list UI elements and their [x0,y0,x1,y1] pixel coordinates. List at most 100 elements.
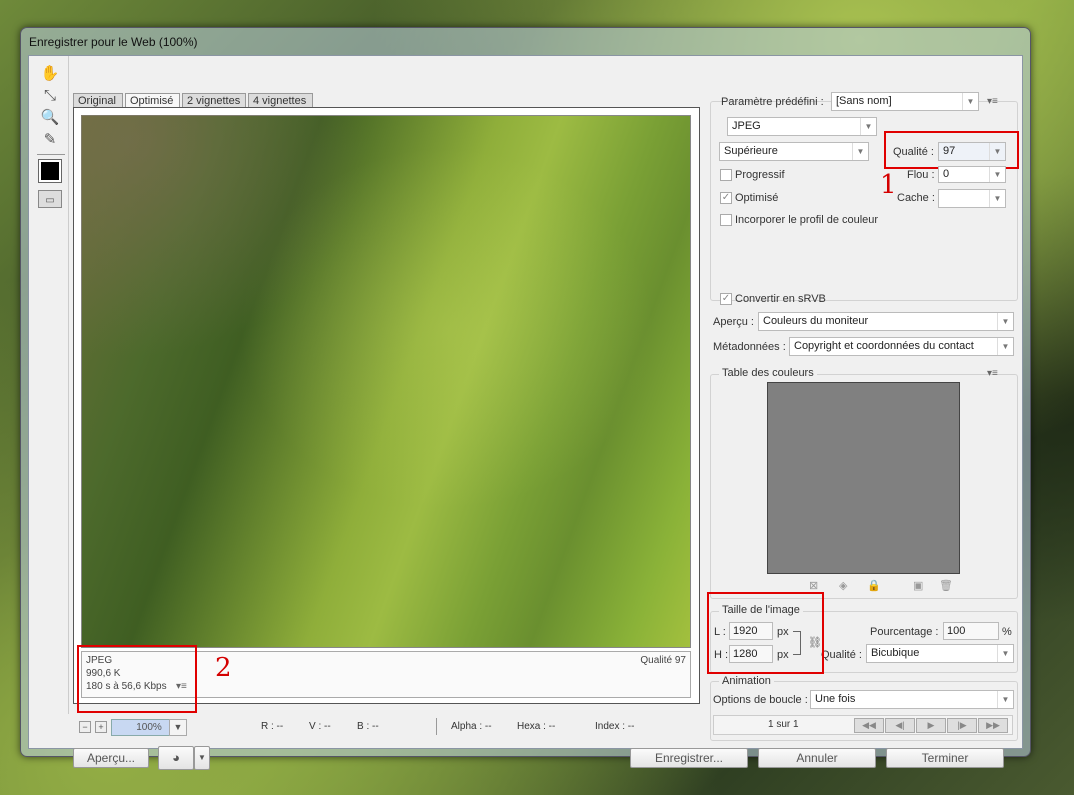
preset-label: Paramètre prédéfini : [721,96,824,108]
status-v: V : -- [309,721,331,732]
save-for-web-dialog: Enregistrer pour le Web (100%) ✋ ⤡ 🔍 ✎ ▭… [20,27,1031,770]
preset-dropdown[interactable]: [Sans nom] ▼ [831,92,979,111]
percent-field[interactable]: 100 [943,622,999,640]
progressive-label: Progressif [735,169,785,181]
info-quality: Qualité 97 [640,655,686,666]
resample-quality-dropdown[interactable]: Bicubique ▼ [866,644,1014,663]
toggle-slices-icon[interactable]: ▭ [38,190,62,208]
color-table-swatches [767,382,960,574]
metadata-dropdown[interactable]: Copyright et coordonnées du contact ▼ [789,337,1014,356]
web-shift-icon[interactable]: ◈ [839,579,847,592]
tab-4-up[interactable]: 4 vignettes [248,93,313,108]
chevron-down-icon: ▼ [997,645,1013,662]
optimize-menu-icon[interactable]: ▾≡ [987,96,998,107]
annotation-box-1 [884,131,1019,169]
chevron-down-icon: ▼ [860,118,876,135]
previous-frame-icon[interactable]: ◀| [885,718,915,733]
metadata-value: Copyright et coordonnées du contact [794,340,974,352]
convert-srgb-label: Convertir en sRVB [735,293,826,305]
trash-icon[interactable]: 🗑 [939,579,953,592]
frame-counter: 1 sur 1 [768,719,799,730]
tools-panel: ✋ ⤡ 🔍 ✎ ▭ [31,56,69,714]
resample-quality-label: Qualité : [821,649,862,661]
resample-quality-value: Bicubique [871,647,920,659]
optimized-label: Optimisé [735,192,779,204]
eyedropper-color-swatch[interactable] [38,159,62,183]
window-title: Enregistrer pour le Web (100%) [29,35,198,49]
play-icon[interactable]: ▶ [916,718,946,733]
embed-icc-checkbox[interactable] [720,214,732,226]
chevron-down-icon: ▼ [997,691,1013,708]
tab-original[interactable]: Original [73,93,123,108]
chevron-down-icon: ▼ [962,93,978,110]
chevron-down-icon: ▼ [989,167,1005,182]
done-button[interactable]: Terminer [886,748,1004,768]
preview-button[interactable]: Aperçu... [73,748,149,768]
first-frame-icon[interactable]: ◀◀ [854,718,884,733]
browser-preview-icon[interactable]: ◕ [158,746,194,770]
toolbar-divider [37,154,65,155]
matte-dropdown[interactable]: ▼ [938,189,1006,208]
map-color-icon[interactable]: ⊠ [809,579,818,592]
status-index: Index : -- [595,721,635,732]
last-frame-icon[interactable]: ▶▶ [978,718,1008,733]
zoom-in-button[interactable]: + [95,721,107,733]
percent-label: Pourcentage : [870,626,939,638]
tab-optimized[interactable]: Optimisé [125,93,180,108]
annotation-label-2: 2 [215,653,232,683]
loop-options-label: Options de boucle : [713,694,808,706]
zoom-dropdown-icon[interactable]: ▼ [169,719,187,736]
color-table-title: Table des couleurs [719,367,817,379]
annotation-box-image-size [707,592,824,674]
image-preview-frame: JPEG 990,6 K 180 s à 56,6 Kbps ▾≡ Qualit… [73,107,700,704]
chevron-down-icon: ▼ [997,313,1013,330]
cancel-button[interactable]: Annuler [758,748,876,768]
dialog-client-area: ✋ ⤡ 🔍 ✎ ▭ Original Optimisé 2 vignettes … [28,55,1023,770]
matte-label: Cache : [897,192,935,204]
hand-tool-icon[interactable]: ✋ [39,64,61,84]
status-alpha: Alpha : -- [451,721,492,732]
metadata-label: Métadonnées : [713,341,786,353]
next-frame-icon[interactable]: |▶ [947,718,977,733]
file-format-dropdown[interactable]: JPEG ▼ [727,117,877,136]
blur-value: 0 [943,168,950,180]
preview-mode-value: Couleurs du moniteur [763,315,869,327]
lock-color-icon[interactable]: 🔒 [867,579,881,592]
new-color-icon[interactable]: ▣ [913,579,923,592]
preset-value: [Sans nom] [836,95,892,107]
color-table-menu-icon[interactable]: ▾≡ [987,368,998,379]
zoom-out-button[interactable]: − [79,721,91,733]
quality-preset-dropdown[interactable]: Supérieure ▼ [719,142,869,161]
chevron-down-icon: ▼ [989,190,1005,207]
eyedropper-tool-icon[interactable]: ✎ [39,130,61,150]
status-bar: − + 100% ▼ R : -- V : -- B : -- Alpha : … [73,718,700,736]
blur-field[interactable]: 0 ▼ [938,166,1006,183]
percent-unit: % [1002,626,1012,638]
embed-icc-label: Incorporer le profil de couleur [735,214,879,226]
status-divider [436,718,437,735]
status-b: B : -- [357,721,379,732]
status-hexa: Hexa : -- [517,721,556,732]
save-button[interactable]: Enregistrer... [630,748,748,768]
browser-dropdown-icon[interactable]: ▼ [194,746,210,770]
optimized-checkbox[interactable]: ✓ [720,192,732,204]
convert-srgb-checkbox[interactable]: ✓ [720,293,732,305]
preview-mode-label: Aperçu : [713,316,754,328]
annotation-label-1: 1 [880,170,897,200]
loop-options-value: Une fois [815,693,856,705]
status-r: R : -- [261,721,284,732]
file-format-value: JPEG [732,120,761,132]
tab-2-up[interactable]: 2 vignettes [182,93,246,108]
preview-mode-dropdown[interactable]: Couleurs du moniteur ▼ [758,312,1014,331]
annotation-box-2 [77,645,197,713]
preview-image-shading [81,115,691,648]
animation-title: Animation [719,675,774,687]
quality-preset-value: Supérieure [724,145,778,157]
playback-buttons: ◀◀ ◀| ▶ |▶ ▶▶ [854,718,1010,733]
progressive-checkbox[interactable] [720,169,732,181]
loop-options-dropdown[interactable]: Une fois ▼ [810,690,1014,709]
zoom-tool-icon[interactable]: 🔍 [39,108,61,128]
chevron-down-icon: ▼ [852,143,868,160]
slice-select-tool-icon[interactable]: ⤡ [39,86,61,106]
frame-controls-bar: 1 sur 1 ◀◀ ◀| ▶ |▶ ▶▶ [713,715,1013,735]
